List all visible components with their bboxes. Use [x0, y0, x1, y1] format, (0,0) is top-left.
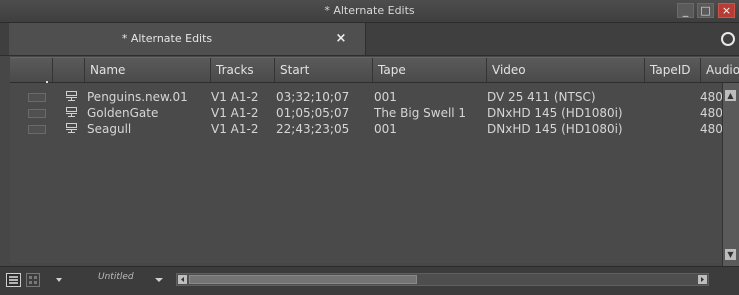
maximize-button[interactable]: □: [697, 3, 714, 18]
cell-tracks: V1 A1-2: [211, 90, 259, 104]
hamburger-icon[interactable]: [6, 273, 21, 287]
table-row[interactable]: Seagull V1 A1-2 22;43;23;05 001 DNxHD 14…: [10, 121, 723, 137]
row-selector[interactable]: [28, 125, 46, 134]
title-bar[interactable]: * Alternate Edits _ □ ×: [0, 0, 739, 23]
window-title: * Alternate Edits: [324, 4, 415, 17]
cell-tape: 001: [374, 90, 397, 104]
sequence-clip-icon: [66, 91, 77, 101]
cell-audio: 480: [700, 90, 723, 104]
cell-name: Penguins.new.01: [87, 90, 188, 104]
scroll-up-icon[interactable]: ▲: [725, 90, 736, 101]
scroll-left-icon[interactable]: [178, 275, 187, 284]
row-selector[interactable]: [28, 93, 46, 102]
tab-bar: * Alternate Edits ×: [0, 23, 739, 56]
column-header-audio[interactable]: Audio: [700, 58, 739, 82]
column-header-name[interactable]: Name: [84, 58, 210, 82]
horizontal-scroll-thumb[interactable]: [189, 275, 417, 284]
table-row[interactable]: Penguins.new.01 V1 A1-2 03;32;10;07 001 …: [10, 89, 723, 105]
tab-close-button[interactable]: ×: [331, 23, 351, 55]
cell-name: Seagull: [87, 122, 132, 136]
column-header-blank[interactable]: [10, 58, 52, 82]
column-header-start[interactable]: Start: [274, 58, 372, 82]
tab-alternate-edits[interactable]: * Alternate Edits ×: [9, 23, 366, 55]
sequence-clip-icon: [66, 123, 77, 133]
row-selector[interactable]: [28, 109, 46, 118]
bin-view-label[interactable]: Untitled: [98, 272, 134, 282]
column-header-tape[interactable]: Tape: [372, 58, 486, 82]
column-header-video[interactable]: Video: [486, 58, 644, 82]
grid-view-icon[interactable]: [26, 273, 40, 287]
column-header-tracks[interactable]: Tracks: [210, 58, 274, 82]
bin-bottom-toolbar: Untitled: [0, 266, 739, 295]
cell-audio: 480: [700, 122, 723, 136]
clip-list: Penguins.new.01 V1 A1-2 03;32;10;07 001 …: [10, 83, 723, 263]
cell-video: DNxHD 145 (HD1080i): [487, 106, 623, 120]
cell-start: 22;43;23;05: [276, 122, 350, 136]
cell-video: DV 25 411 (NTSC): [487, 90, 596, 104]
scroll-right-icon[interactable]: [698, 275, 707, 284]
column-header-tapeid[interactable]: TapeID: [644, 58, 700, 82]
cell-tape: The Big Swell 1: [374, 106, 467, 120]
cell-tracks: V1 A1-2: [211, 106, 259, 120]
tab-label: * Alternate Edits: [121, 32, 213, 45]
bin-window: * Alternate Edits _ □ × * Alternate Edit…: [0, 0, 739, 295]
cell-tracks: V1 A1-2: [211, 122, 259, 136]
scroll-down-icon[interactable]: ▼: [725, 249, 736, 260]
cell-tape: 001: [374, 122, 397, 136]
vertical-scrollbar[interactable]: ▲ ▼: [722, 83, 739, 266]
cell-video: DNxHD 145 (HD1080i): [487, 122, 623, 136]
column-header-row: Name Tracks Start Tape Video TapeID Audi…: [10, 57, 739, 83]
cell-name: GoldenGate: [87, 106, 159, 120]
chevron-down-icon[interactable]: [154, 273, 164, 287]
bin-menu-icon[interactable]: [721, 32, 735, 46]
view-dropdown-icon[interactable]: [52, 273, 66, 287]
horizontal-scrollbar[interactable]: [176, 273, 709, 286]
minimize-button[interactable]: _: [677, 3, 694, 18]
cell-start: 03;32;10;07: [276, 90, 350, 104]
table-row[interactable]: GoldenGate V1 A1-2 01;05;05;07 The Big S…: [10, 105, 723, 121]
cell-start: 01;05;05;07: [276, 106, 350, 120]
sequence-clip-icon: [66, 107, 77, 117]
column-header-icon[interactable]: [52, 58, 84, 82]
cell-audio: 480: [700, 106, 723, 120]
close-button[interactable]: ×: [718, 3, 735, 18]
